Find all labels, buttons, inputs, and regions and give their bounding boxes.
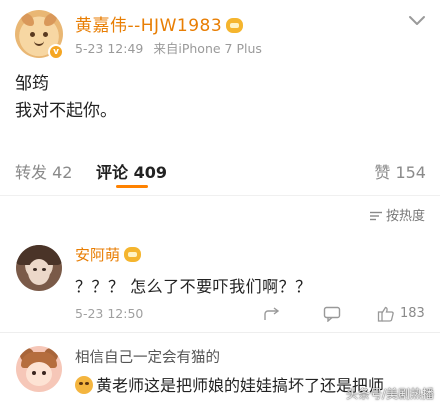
tab-like[interactable]: 赞 154 bbox=[374, 159, 426, 183]
sort-label: 按热度 bbox=[385, 209, 425, 224]
comment-sort-row: 按热度 bbox=[0, 195, 440, 229]
post-body: 邹筠 我对不起你。 bbox=[15, 71, 117, 125]
commenter-name[interactable]: 安阿萌 bbox=[75, 244, 142, 265]
vip-crown-icon bbox=[124, 247, 142, 262]
comment-footer: 5-23 12:50 183 bbox=[75, 306, 425, 324]
watermark: 头条号/美剧热播 bbox=[345, 387, 434, 401]
share-icon[interactable] bbox=[263, 306, 281, 322]
chevron-down-icon[interactable] bbox=[408, 14, 426, 28]
tab-repost[interactable]: 转发 42 bbox=[15, 159, 72, 183]
emoji-icon bbox=[75, 376, 93, 394]
comment-time: 5-23 12:50 bbox=[75, 306, 144, 321]
commenter-avatar[interactable] bbox=[16, 245, 62, 291]
tab-comment[interactable]: 评论 409 bbox=[96, 159, 167, 183]
sort-icon bbox=[369, 211, 382, 221]
post-body-line: 我对不起你。 bbox=[15, 101, 117, 121]
avatar-ear bbox=[21, 13, 34, 26]
avatar-ear bbox=[44, 13, 57, 26]
avatar-eye bbox=[30, 32, 35, 37]
verified-badge-icon: v bbox=[48, 44, 64, 60]
commenter-name[interactable]: 相信自己一定会有猫的 bbox=[75, 346, 220, 367]
comment-text: ？？？ 怎么了不要吓我们啊？？ bbox=[75, 277, 312, 296]
commenter-avatar[interactable] bbox=[16, 346, 62, 392]
sort-by-hot-button[interactable]: 按热度 bbox=[369, 205, 425, 224]
author-name-text[interactable]: 黄嘉伟--HJW1983 bbox=[75, 16, 222, 36]
thumbs-up-icon[interactable] bbox=[377, 306, 395, 322]
comment-icon[interactable] bbox=[323, 306, 341, 322]
post-body-line: 邹筠 bbox=[15, 74, 49, 94]
author-name[interactable]: 黄嘉伟--HJW1983 bbox=[75, 11, 244, 36]
post-timestamp: 5-23 12:49 bbox=[75, 41, 144, 56]
post-action-tabs: 转发 42 评论 409 赞 154 bbox=[0, 147, 440, 191]
active-tab-indicator bbox=[116, 185, 148, 188]
commenter-name-text[interactable]: 安阿萌 bbox=[75, 246, 120, 264]
comment-item: 安阿萌 ？？？ 怎么了不要吓我们啊？？ 5-23 12:50 183 bbox=[0, 231, 440, 333]
post-meta: 5-23 12:49 来自iPhone 7 Plus bbox=[75, 38, 268, 57]
avatar-mouth bbox=[34, 41, 44, 46]
comment-text: 黄老师这是把师娘的娃娃搞坏了还是把师 bbox=[75, 372, 384, 396]
post-source: 来自iPhone 7 Plus bbox=[153, 41, 262, 56]
avatar-eye bbox=[43, 32, 48, 37]
comment-like-count: 183 bbox=[400, 306, 425, 321]
comment-text-content: 黄老师这是把师娘的娃娃搞坏了还是把师 bbox=[96, 376, 385, 395]
vip-crown-icon bbox=[226, 18, 244, 33]
weibo-post: v 黄嘉伟--HJW1983 5-23 12:49 来自iPhone 7 Plu… bbox=[0, 0, 440, 142]
